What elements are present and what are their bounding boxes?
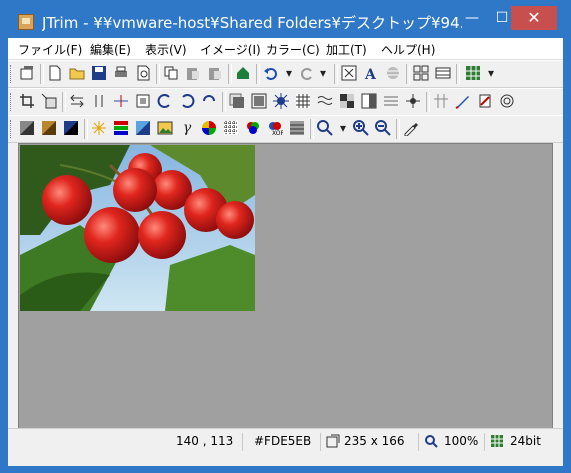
toolbar-grip[interactable] xyxy=(10,65,14,83)
zoom-in-icon[interactable] xyxy=(352,119,370,137)
xor-icon[interactable]: XOR xyxy=(266,119,284,137)
menu-bar: ファイル(F) 編集(E) 表示(V) イメージ(I) カラー(C) 加工(T)… xyxy=(8,38,563,60)
text-icon[interactable]: A xyxy=(362,64,380,82)
toolbar-main: ▾ ▾ A ▾ xyxy=(8,60,563,88)
close-button[interactable]: ✕ xyxy=(511,6,557,30)
canvas-area[interactable] xyxy=(18,143,553,431)
copy-icon[interactable] xyxy=(162,64,180,82)
lines-icon[interactable] xyxy=(382,92,400,110)
menu-help[interactable]: ヘルプ(H) xyxy=(381,41,435,58)
sunburst-icon[interactable] xyxy=(272,92,290,110)
toolbar-grip[interactable] xyxy=(10,120,14,138)
window-title: JTrim - ¥¥vmware-host¥Shared Folders¥デスク… xyxy=(42,14,462,32)
jtrim-app-icon[interactable] xyxy=(18,14,34,30)
grayscale-icon[interactable] xyxy=(18,119,36,137)
rotate-90-left-icon[interactable] xyxy=(156,92,174,110)
contrast-icon[interactable] xyxy=(134,119,152,137)
shadow-icon[interactable] xyxy=(228,92,246,110)
zoom-level-value: 100% xyxy=(444,434,479,448)
crop-icon[interactable] xyxy=(18,92,36,110)
undo-icon[interactable] xyxy=(262,64,280,82)
mosaic-icon[interactable] xyxy=(294,92,312,110)
title-bar[interactable]: JTrim - ¥¥vmware-host¥Shared Folders¥デスク… xyxy=(0,0,571,38)
sparkle-icon[interactable] xyxy=(90,119,108,137)
menu-view[interactable]: 表示(V) xyxy=(145,41,187,58)
zoom-dropdown-icon[interactable]: ▾ xyxy=(334,119,352,137)
trim-icon[interactable] xyxy=(134,92,152,110)
hue-wheel-icon[interactable] xyxy=(200,119,218,137)
redo-dropdown-icon[interactable]: ▾ xyxy=(314,64,332,82)
resize-icon[interactable] xyxy=(40,92,58,110)
toolbar-grip[interactable] xyxy=(10,93,14,111)
minimize-button[interactable]: — xyxy=(459,8,485,30)
sepia-icon[interactable] xyxy=(40,119,58,137)
print-preview-icon[interactable] xyxy=(134,64,152,82)
pen-icon[interactable] xyxy=(454,92,472,110)
open-folder-icon[interactable] xyxy=(68,64,86,82)
save-icon[interactable] xyxy=(90,64,108,82)
menu-color[interactable]: カラー(C) xyxy=(266,41,320,58)
tiles-icon[interactable] xyxy=(432,92,450,110)
rgb-icon[interactable] xyxy=(244,119,262,137)
cherry-image[interactable] xyxy=(20,145,255,311)
color-depth-icon xyxy=(491,435,503,447)
menu-edit[interactable]: 編集(E) xyxy=(90,41,131,58)
checker-icon[interactable] xyxy=(338,92,356,110)
toolbar-transform xyxy=(8,88,563,116)
filmstrip-icon[interactable] xyxy=(434,64,452,82)
capture-icon[interactable] xyxy=(18,64,36,82)
palette-dropdown-icon[interactable]: ▾ xyxy=(482,64,500,82)
blend-icon[interactable] xyxy=(360,92,378,110)
gradient-icon[interactable] xyxy=(288,119,306,137)
dither-icon[interactable] xyxy=(222,119,240,137)
rotate-90-right-icon[interactable] xyxy=(178,92,196,110)
paste-icon[interactable] xyxy=(184,64,202,82)
menu-file[interactable]: ファイル(F) xyxy=(18,41,82,58)
image-size-icon xyxy=(326,434,340,448)
eyedropper-icon[interactable] xyxy=(402,119,420,137)
fit-window-icon[interactable] xyxy=(340,64,358,82)
cursor-coordinates: 140 , 113 xyxy=(176,434,234,448)
eraser-icon[interactable] xyxy=(476,92,494,110)
burst-icon[interactable] xyxy=(404,92,422,110)
app-window: JTrim - ¥¥vmware-host¥Shared Folders¥デスク… xyxy=(0,0,571,473)
undo-dropdown-icon[interactable]: ▾ xyxy=(280,64,298,82)
filter-icon[interactable] xyxy=(384,64,402,82)
image-size-value: 235 x 166 xyxy=(344,434,405,448)
rotate-free-icon[interactable] xyxy=(200,92,218,110)
negative-icon[interactable] xyxy=(62,119,80,137)
color-depth-value: 24bit xyxy=(510,434,541,448)
grid-view-icon[interactable] xyxy=(412,64,430,82)
svg-text:XOR: XOR xyxy=(272,130,283,136)
house-icon[interactable] xyxy=(234,64,252,82)
menu-process[interactable]: 加工(T) xyxy=(326,41,367,58)
palette-grid-icon[interactable] xyxy=(464,64,482,82)
svg-text:A: A xyxy=(364,67,377,81)
zoom-status-icon xyxy=(425,435,438,448)
status-bar: 140 , 113 #FDE5EB 235 x 166 100% 24bit xyxy=(8,428,563,455)
zoom-out-icon[interactable] xyxy=(374,119,392,137)
picture-icon[interactable] xyxy=(156,119,174,137)
frame-icon[interactable] xyxy=(250,92,268,110)
pixel-color-value: #FDE5EB xyxy=(254,434,312,448)
zoom-icon[interactable] xyxy=(316,119,334,137)
flip-horizontal-icon[interactable] xyxy=(68,92,86,110)
print-icon[interactable] xyxy=(112,64,130,82)
wave-icon[interactable] xyxy=(316,92,334,110)
client-area: ファイル(F) 編集(E) 表示(V) イメージ(I) カラー(C) 加工(T)… xyxy=(8,38,563,466)
new-file-icon[interactable] xyxy=(46,64,64,82)
color-balance-icon[interactable] xyxy=(112,119,130,137)
paste-new-icon[interactable] xyxy=(206,64,224,82)
menu-image[interactable]: イメージ(I) xyxy=(200,41,261,58)
flip-vertical-icon[interactable] xyxy=(90,92,108,110)
mirror-icon[interactable] xyxy=(112,92,130,110)
toolbar-color: γ XOR ▾ xyxy=(8,115,563,143)
spiral-icon[interactable] xyxy=(498,92,516,110)
gamma-icon[interactable]: γ xyxy=(178,119,196,137)
